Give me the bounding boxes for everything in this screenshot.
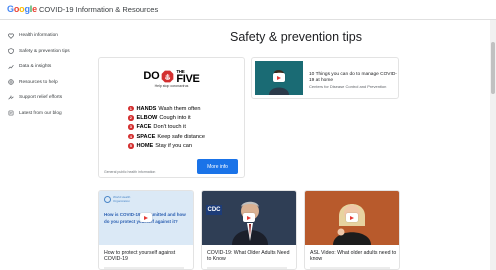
video-thumbnail[interactable] [305,191,399,245]
heading-five: FIVE [176,72,200,85]
step-item: 1 HANDS Wash them often [128,104,205,113]
sidebar-item-resources[interactable]: Resources to help [0,75,96,91]
who-logo: World Health Organization [104,195,137,203]
step-text: Stay if you can [155,142,192,149]
do-the-five-steps: 1 HANDS Wash them often 2 ELBOW Cough in… [128,104,205,150]
step-item: 2 ELBOW Cough into it [128,113,205,122]
step-text: Cough into it [159,114,191,121]
step-number: 1 [128,105,134,112]
do-the-five-subheading: Help stop coronavirus [154,84,189,88]
page-title: Safety & prevention tips [229,30,363,44]
video-card[interactable]: CDC COVID-19: What Older Adults Need to … [201,190,297,270]
step-item: 5 HOME Stay if you can [128,141,205,150]
sidebar-item-label: Safety & prevention tips [19,48,70,54]
step-keyword: HANDS [136,105,157,112]
sidebar-nav: Health information Safety & prevention t… [0,28,96,121]
sidebar-item-label: Support relief efforts [19,95,63,101]
more-info-button[interactable]: More info [197,159,238,174]
card-footer-text: General public health information [104,170,156,174]
cdc-logo: CDC [206,205,222,215]
video-thumbnail[interactable]: World Health Organization How is COVID-1… [99,191,193,245]
sidebar-item-blog[interactable]: Latest from our blog [0,106,96,122]
video-title[interactable]: How to protect yourself against COVID-19 [104,250,192,263]
globe-icon [104,196,111,203]
video-card[interactable]: World Health Organization How is COVID-1… [98,190,194,270]
top-bar: Google COVID-19 Information & Resources [0,0,496,20]
step-item: 4 SPACE Keep safe distance [128,132,205,141]
sidebar-item-label: Latest from our blog [19,110,62,116]
step-keyword: SPACE [136,133,156,140]
card-source: Centers for Disease Control and Preventi… [309,84,387,89]
step-number: 5 [128,143,134,149]
play-icon[interactable] [243,213,255,222]
card-title[interactable]: 10 Things you can do to manage COVID-19 … [309,72,397,84]
sidebar-item-support-relief[interactable]: Support relief efforts [0,90,96,106]
video-thumbnail[interactable] [255,61,303,95]
sidebar-item-data-insights[interactable]: Data & insights [0,59,96,75]
play-icon[interactable] [273,73,285,82]
heart-icon [7,32,14,39]
sidebar-item-label: Data & insights [19,64,52,70]
globe-icon [7,79,14,86]
sidebar-item-safety-prevention[interactable]: Safety & prevention tips [0,44,96,60]
step-number: 3 [128,124,134,130]
heading-do: DO [143,70,160,82]
step-number: 4 [128,133,134,140]
step-item: 3 FACE Don't touch it [128,123,205,132]
logo-letter: e [32,4,37,14]
do-the-five-heading: DO THE FIVE Help stop coronavirus [99,66,244,89]
page-scrollbar[interactable] [490,20,496,270]
sidebar-item-health-information[interactable]: Health information [0,28,96,44]
doc-icon [7,110,14,117]
step-text: Don't touch it [153,124,186,131]
play-icon[interactable] [140,213,152,222]
sidebar-item-label: Resources to help [19,79,58,85]
step-keyword: FACE [136,124,152,131]
scrollbar-thumb[interactable] [491,42,495,94]
step-text: Wash them often [158,105,201,112]
app-title: COVID-19 Information & Resources [39,5,159,14]
video-card[interactable]: ASL Video: What older adults need to kno… [304,190,400,270]
sidebar-item-label: Health information [19,33,58,39]
video-title[interactable]: ASL Video: What older adults need to kno… [310,250,398,263]
video-thumbnail[interactable]: CDC [202,191,296,245]
video-title[interactable]: COVID-19: What Older Adults Need to Know [207,250,295,263]
org-name: World Health Organization [113,195,131,203]
google-logo[interactable]: Google [7,4,37,14]
logo-letter: G [7,4,14,14]
step-number: 2 [128,115,134,121]
play-icon[interactable] [346,213,358,222]
do-the-five-card[interactable]: DO THE FIVE Help stop coronavirus 1 HAND… [98,57,245,178]
home-care-card[interactable]: 10 Things you can do to manage COVID-19 … [251,57,399,99]
shield-icon [7,48,14,55]
hands-icon [7,94,14,101]
chart-icon [7,63,14,70]
step-keyword: HOME [136,142,154,149]
step-keyword: ELBOW [136,114,158,121]
stop-hand-icon [161,70,174,83]
step-text: Keep safe distance [157,133,205,140]
